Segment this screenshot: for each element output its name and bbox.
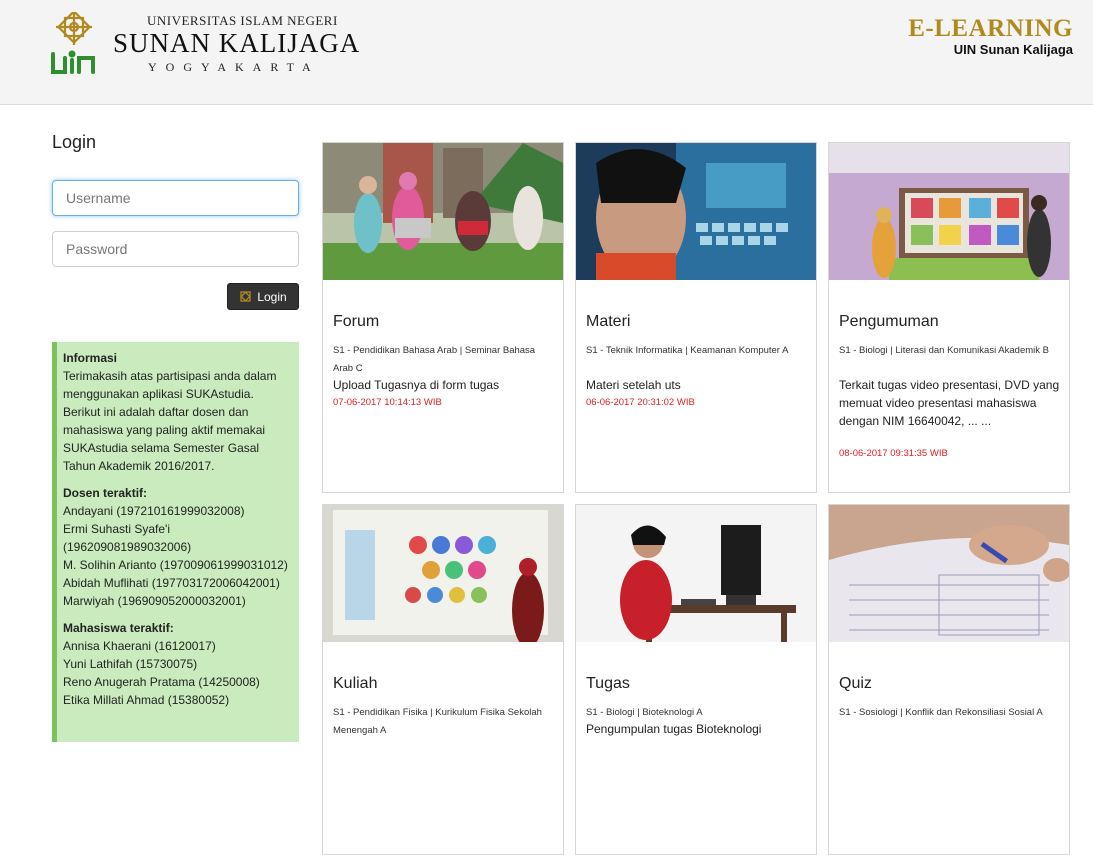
university-city: YOGYAKARTA [148,60,320,74]
card-description: Pengumpulan tugas Bioteknologi [586,722,762,736]
card-title: Kuliah [333,675,378,692]
university-name: SUNAN KALIJAGA [113,28,361,58]
card-course: S1 - Teknik Informatika | Keamanan Kompu… [586,345,789,356]
dosen-item: Abidah Muflihati (197703172006042001) [63,576,280,590]
card-date: 08-06-2017 09:31:35 WIB [839,448,948,459]
elearning-subtitle: UIN Sunan Kalijaga [953,42,1073,57]
university-label: UNIVERSITAS ISLAM NEGERI [147,13,338,28]
dosen-item: Andayani (197210161999032008) [63,504,245,518]
dosen-heading: Dosen teraktif: [63,486,148,500]
login-ornament-icon [240,291,251,302]
card-course: S1 - Pendidikan Fisika | Kurikulum Fisik… [333,707,542,736]
site-header: UNIVERSITAS ISLAM NEGERI SUNAN KALIJAGA … [0,0,1093,105]
login-title: Login [52,132,97,152]
dosen-item: Marwiyah (196909052000032001) [63,594,246,608]
card-title: Forum [333,313,380,330]
card-tugas[interactable]: Tugas S1 - Biologi | Bioteknologi A Peng… [575,504,817,855]
mahasiswa-item: Etika Millati Ahmad (15380052) [63,693,230,707]
card-quiz[interactable]: Quiz S1 - Sosiologi | Konflik dan Rekons… [828,504,1070,855]
mahasiswa-item: Annisa Khaerani (16120017) [63,639,216,653]
card-title: Quiz [839,675,872,692]
tugas-photo [576,505,816,642]
username-input[interactable] [52,180,299,216]
card-course: S1 - Sosiologi | Konflik dan Rekonsilias… [839,707,1043,718]
card-course: S1 - Pendidikan Bahasa Arab | Seminar Ba… [333,345,536,374]
kuliah-photo [323,505,563,642]
pengumuman-photo [829,143,1069,280]
login-button-label: Login [257,289,287,304]
elearning-title: E-LEARNING [908,15,1073,42]
info-heading: Informasi [63,351,118,365]
card-title: Pengumuman [839,313,939,330]
forum-photo [323,143,563,280]
mahasiswa-item: Yuni Lathifah (15730075) [63,657,198,671]
card-description: Upload Tugasnya di form tugas [333,378,500,392]
dosen-item: Ermi Suhasti Syafe'i (196209081989032006… [63,522,192,554]
card-description: Terkait tugas video presentasi, DVD yang… [839,378,1060,428]
card-date: 07-06-2017 10:14:13 WIB [333,397,442,408]
password-input[interactable] [52,231,299,267]
info-text: Terimakasih atas partisipasi anda dalam … [63,369,277,473]
card-description: Materi setelah uts [586,378,681,392]
card-title: Tugas [586,675,630,692]
mahasiswa-heading: Mahasiswa teraktif: [63,621,174,635]
mahasiswa-item: Reno Anugerah Pratama (14250008) [63,675,260,689]
card-title: Materi [586,313,631,330]
dosen-item: M. Solihin Arianto (197009061999031012) [63,558,288,572]
info-panel: Informasi Terimakasih atas partisipasi a… [52,342,299,742]
card-pengumuman[interactable]: Pengumuman S1 - Biologi | Literasi dan K… [828,142,1070,493]
card-course: S1 - Biologi | Literasi dan Komunikasi A… [839,345,1049,356]
card-materi[interactable]: Materi S1 - Teknik Informatika | Keamana… [575,142,817,493]
card-kuliah[interactable]: Kuliah S1 - Pendidikan Fisika | Kurikulu… [322,504,564,855]
uin-logo-icon [51,12,95,74]
quiz-photo [829,505,1069,642]
login-button[interactable]: Login [227,283,299,310]
card-date: 06-06-2017 20:31:02 WIB [586,397,695,408]
card-forum[interactable]: Forum S1 - Pendidikan Bahasa Arab | Semi… [322,142,564,493]
materi-photo [576,143,816,280]
